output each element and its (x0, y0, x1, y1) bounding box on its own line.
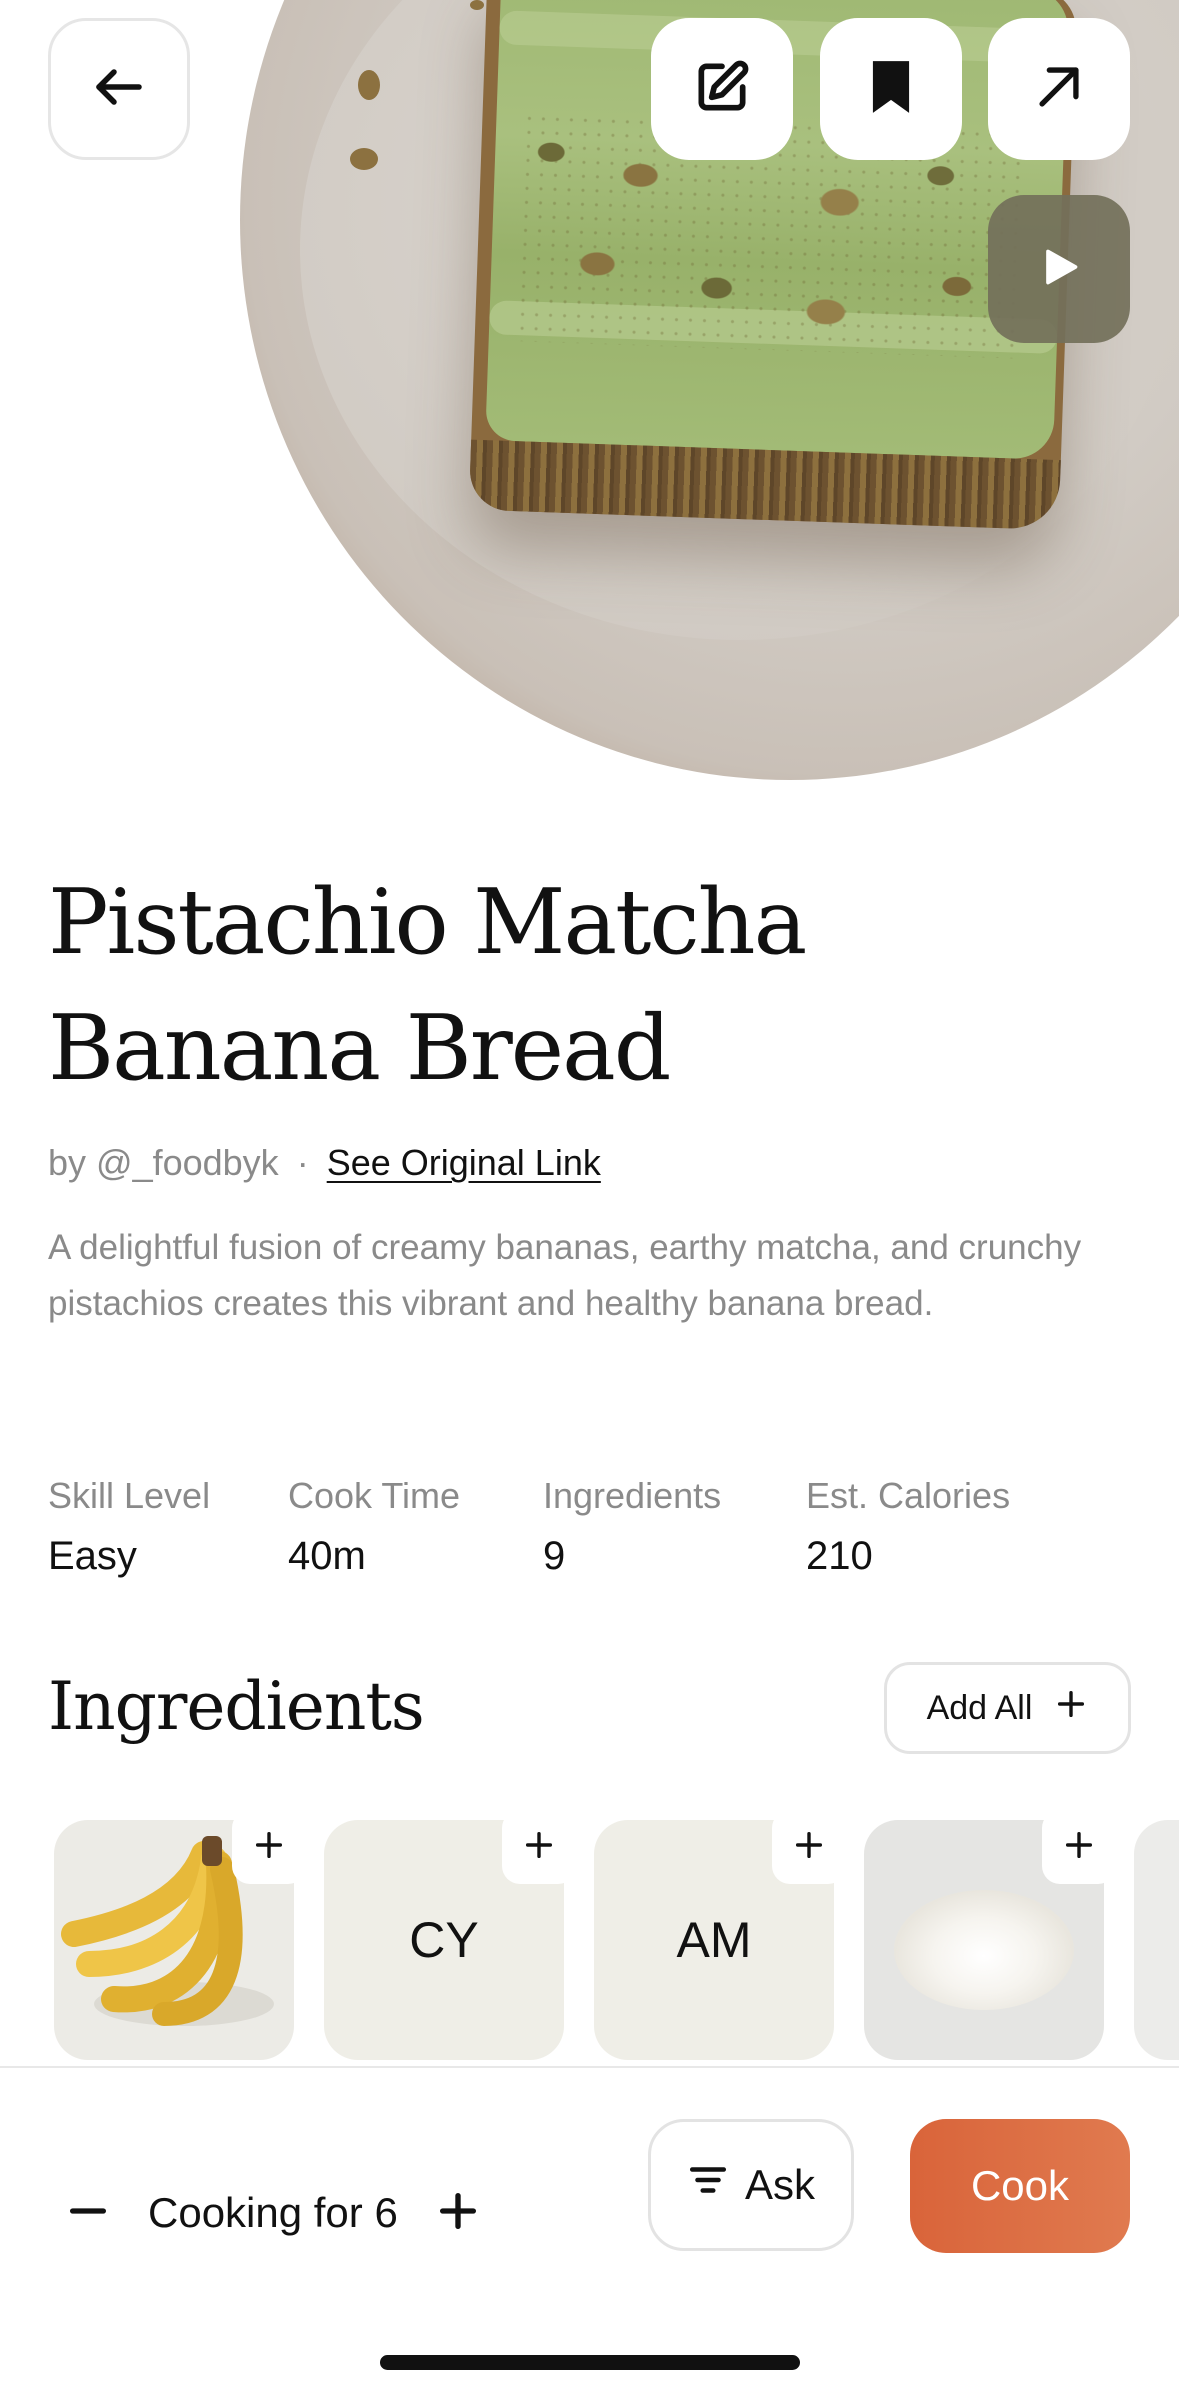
add-ingredient-button[interactable] (772, 1810, 846, 1884)
author-handle[interactable]: by @_foodbyk (48, 1142, 279, 1183)
add-all-label: Add All (926, 1688, 1033, 1727)
external-link-icon (1030, 58, 1088, 121)
bottom-action-bar: Cooking for 6 Ask Cook (0, 2066, 1179, 2396)
arrow-left-icon (89, 57, 149, 122)
plus-icon (522, 1828, 556, 1867)
recipe-hero-image (0, 0, 1179, 790)
ingredient-card-partial[interactable] (1134, 1820, 1179, 2060)
add-all-button[interactable]: Add All (884, 1662, 1131, 1754)
play-video-button[interactable] (988, 195, 1130, 343)
home-indicator (380, 2355, 800, 2370)
ingredient-initials: AM (676, 1912, 752, 1968)
stat-skill-level: Skill Level Easy (48, 1472, 210, 1588)
add-ingredient-button[interactable] (232, 1810, 306, 1884)
stat-value: 9 (543, 1534, 566, 1578)
filter-lines-icon (687, 2159, 729, 2211)
add-ingredient-button[interactable] (1042, 1810, 1116, 1884)
servings-label: Cooking for 6 (148, 2189, 398, 2236)
stat-value: Easy (48, 1534, 137, 1578)
decrease-servings-button[interactable] (58, 2183, 118, 2243)
back-button[interactable] (48, 18, 190, 160)
edit-button[interactable] (651, 18, 793, 160)
plus-icon (252, 1828, 286, 1867)
servings-stepper: Cooking for 6 (58, 2178, 488, 2248)
share-button[interactable] (988, 18, 1130, 160)
plus-icon (792, 1828, 826, 1867)
stat-label: Est. Calories (806, 1475, 1011, 1516)
minus-icon (65, 2188, 111, 2239)
byline: by @_foodbyk · See Original Link (48, 1142, 601, 1184)
stat-label: Ingredients (543, 1475, 722, 1516)
recipe-description: A delightful fusion of creamy bananas, e… (48, 1228, 1082, 1323)
stat-value: 210 (806, 1534, 873, 1578)
see-original-link[interactable]: See Original Link (327, 1142, 601, 1183)
increase-servings-button[interactable] (428, 2183, 488, 2243)
stat-cook-time: Cook Time 40m (288, 1472, 460, 1588)
separator-dot: · (296, 1142, 309, 1183)
plus-icon (435, 2188, 481, 2239)
recipe-title-line-1: Pistachio Matcha (48, 870, 807, 975)
stat-value: 40m (288, 1534, 366, 1578)
stat-label: Skill Level (48, 1475, 211, 1516)
plus-icon (1062, 1828, 1096, 1867)
flour-image (894, 1890, 1074, 2010)
ingredients-heading: Ingredients (48, 1668, 425, 1745)
ask-label: Ask (744, 2161, 815, 2208)
add-ingredient-button[interactable] (502, 1810, 576, 1884)
stat-ingredients: Ingredients 9 (543, 1472, 721, 1588)
bookmark-icon (864, 56, 918, 123)
ingredient-initials: CY (409, 1912, 479, 1968)
plus-icon (1054, 1687, 1088, 1730)
recipe-title-line-2: Banana Bread (48, 996, 671, 1101)
cook-button[interactable]: Cook (910, 2119, 1130, 2253)
bookmark-button[interactable] (820, 18, 962, 160)
edit-icon (691, 56, 753, 123)
recipe-title: Pistachio Matcha Banana Bread (48, 860, 1128, 1112)
stat-label: Cook Time (288, 1475, 461, 1516)
stat-calories: Est. Calories 210 (806, 1472, 1010, 1588)
ask-button[interactable]: Ask (648, 2119, 854, 2251)
play-icon (1037, 245, 1081, 294)
ingredients-carousel[interactable]: CY AM (0, 1810, 1179, 2070)
cook-label: Cook (970, 2162, 1070, 2209)
